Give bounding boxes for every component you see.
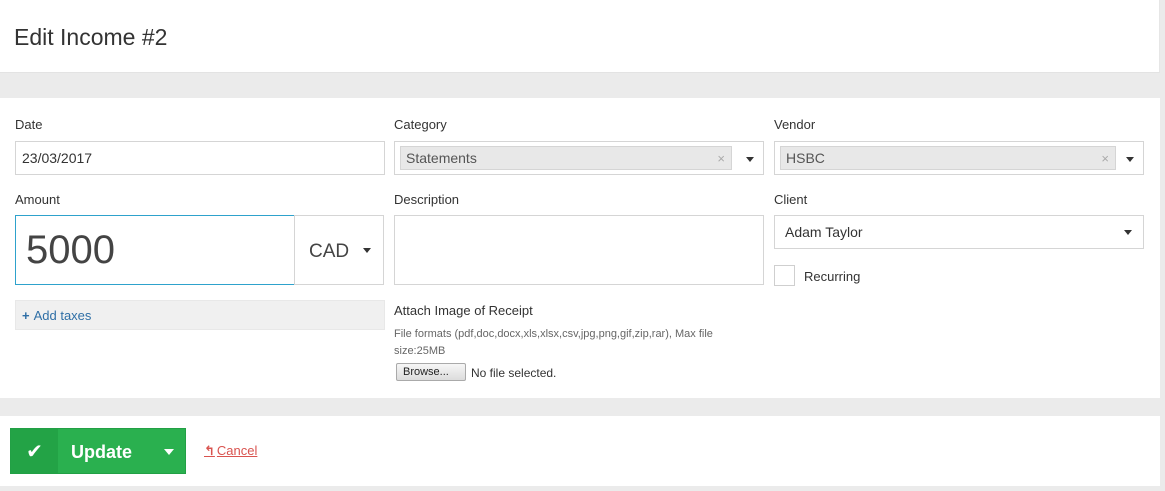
currency-dropdown-icon[interactable] [363,248,371,253]
currency-select[interactable]: CAD [294,215,384,285]
page-title: Edit Income #2 [14,24,168,50]
client-select[interactable]: Adam Taylor [774,215,1144,249]
page-header: Edit Income #2 [0,0,1160,73]
check-icon: ✔ [11,429,58,473]
update-button-label: Update [71,442,133,462]
vendor-dropdown-icon[interactable] [1126,157,1134,162]
vendor-label: Vendor [774,117,816,132]
attach-receipt-label: Attach Image of Receipt [394,303,533,318]
recurring-checkbox[interactable] [774,265,795,286]
file-format-hint: File formats (pdf,doc,docx,xls,xlsx,csv,… [394,326,713,360]
category-clear-icon[interactable]: × [717,151,725,166]
update-button[interactable]: ✔ Update [10,428,186,474]
vendor-selected-value: HSBC [786,150,825,166]
amount-label: Amount [15,192,60,207]
category-label: Category [394,117,447,132]
income-form: Date 23/03/2017 Category Statements × Ve… [0,98,1160,398]
file-format-hint-line2: size:25MB [394,345,446,357]
category-dropdown-icon[interactable] [746,157,754,162]
file-status: No file selected. [471,366,557,380]
browse-button[interactable]: Browse... [396,363,466,381]
category-select[interactable]: Statements × [394,141,764,175]
recurring-label[interactable]: Recurring [804,269,860,284]
cancel-label: Cancel [216,443,258,458]
client-selected-value: Adam Taylor [785,224,863,240]
currency-value: CAD [309,241,350,262]
update-dropdown-icon[interactable] [164,449,174,455]
undo-icon: ↰ [204,443,215,458]
form-actions: ✔ Update ↰ Cancel [0,416,1160,486]
file-format-hint-line1: File formats (pdf,doc,docx,xls,xlsx,csv,… [394,328,713,340]
client-label: Client [774,192,808,207]
add-taxes-button[interactable]: + Add taxes [15,300,385,330]
vendor-select[interactable]: HSBC × [774,141,1144,175]
plus-icon: + [22,308,30,323]
amount-input[interactable]: 5000 [15,215,295,285]
date-label: Date [15,117,43,132]
date-input[interactable]: 23/03/2017 [15,141,385,175]
client-dropdown-icon[interactable] [1124,230,1132,235]
vendor-selected-chip: HSBC × [780,146,1116,170]
description-textarea[interactable] [394,215,764,285]
category-selected-chip: Statements × [400,146,732,170]
category-selected-value: Statements [406,150,477,166]
description-label: Description [394,192,460,207]
cancel-link[interactable]: ↰ Cancel [204,443,257,459]
vendor-clear-icon[interactable]: × [1101,151,1109,166]
add-taxes-label: Add taxes [33,308,92,323]
